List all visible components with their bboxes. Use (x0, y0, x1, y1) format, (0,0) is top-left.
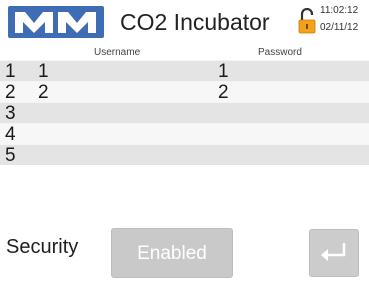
row-number: 4 (5, 124, 16, 145)
security-label: Security (6, 236, 79, 258)
row-number: 1 (5, 61, 16, 82)
enter-button[interactable] (309, 229, 359, 277)
brand-logo (8, 6, 104, 38)
password-cell[interactable]: 1 (218, 61, 229, 82)
password-cell[interactable]: 2 (218, 82, 229, 103)
row-number: 5 (5, 145, 16, 166)
column-header-password: Password (258, 47, 302, 58)
clock-date: 02/11/12 (320, 22, 359, 33)
user-security-screen: CO2 Incubator 11:02:12 02/11/12 Username… (0, 0, 369, 288)
unlocked-padlock-icon[interactable] (298, 8, 316, 34)
security-enabled-button[interactable]: Enabled (111, 228, 233, 278)
mm-logo-mark (15, 12, 96, 33)
table-row[interactable]: 3 (0, 102, 369, 124)
page-title: CO2 Incubator (120, 9, 270, 35)
enter-return-icon (321, 243, 346, 261)
header-bar: CO2 Incubator 11:02:12 02/11/12 (0, 0, 369, 44)
row-number: 2 (5, 82, 16, 103)
table-row[interactable]: 2 2 2 (0, 81, 369, 103)
table-row[interactable]: 1 1 1 (0, 60, 369, 82)
table-row[interactable]: 4 (0, 123, 369, 145)
column-header-username: Username (94, 47, 141, 58)
username-cell[interactable]: 1 (38, 61, 49, 82)
clock-time: 11:02:12 (320, 5, 359, 16)
user-table: 1 1 1 2 2 2 3 4 5 (0, 60, 369, 166)
table-row[interactable]: 5 (0, 144, 369, 166)
row-number: 3 (5, 103, 16, 124)
username-cell[interactable]: 2 (38, 82, 49, 103)
